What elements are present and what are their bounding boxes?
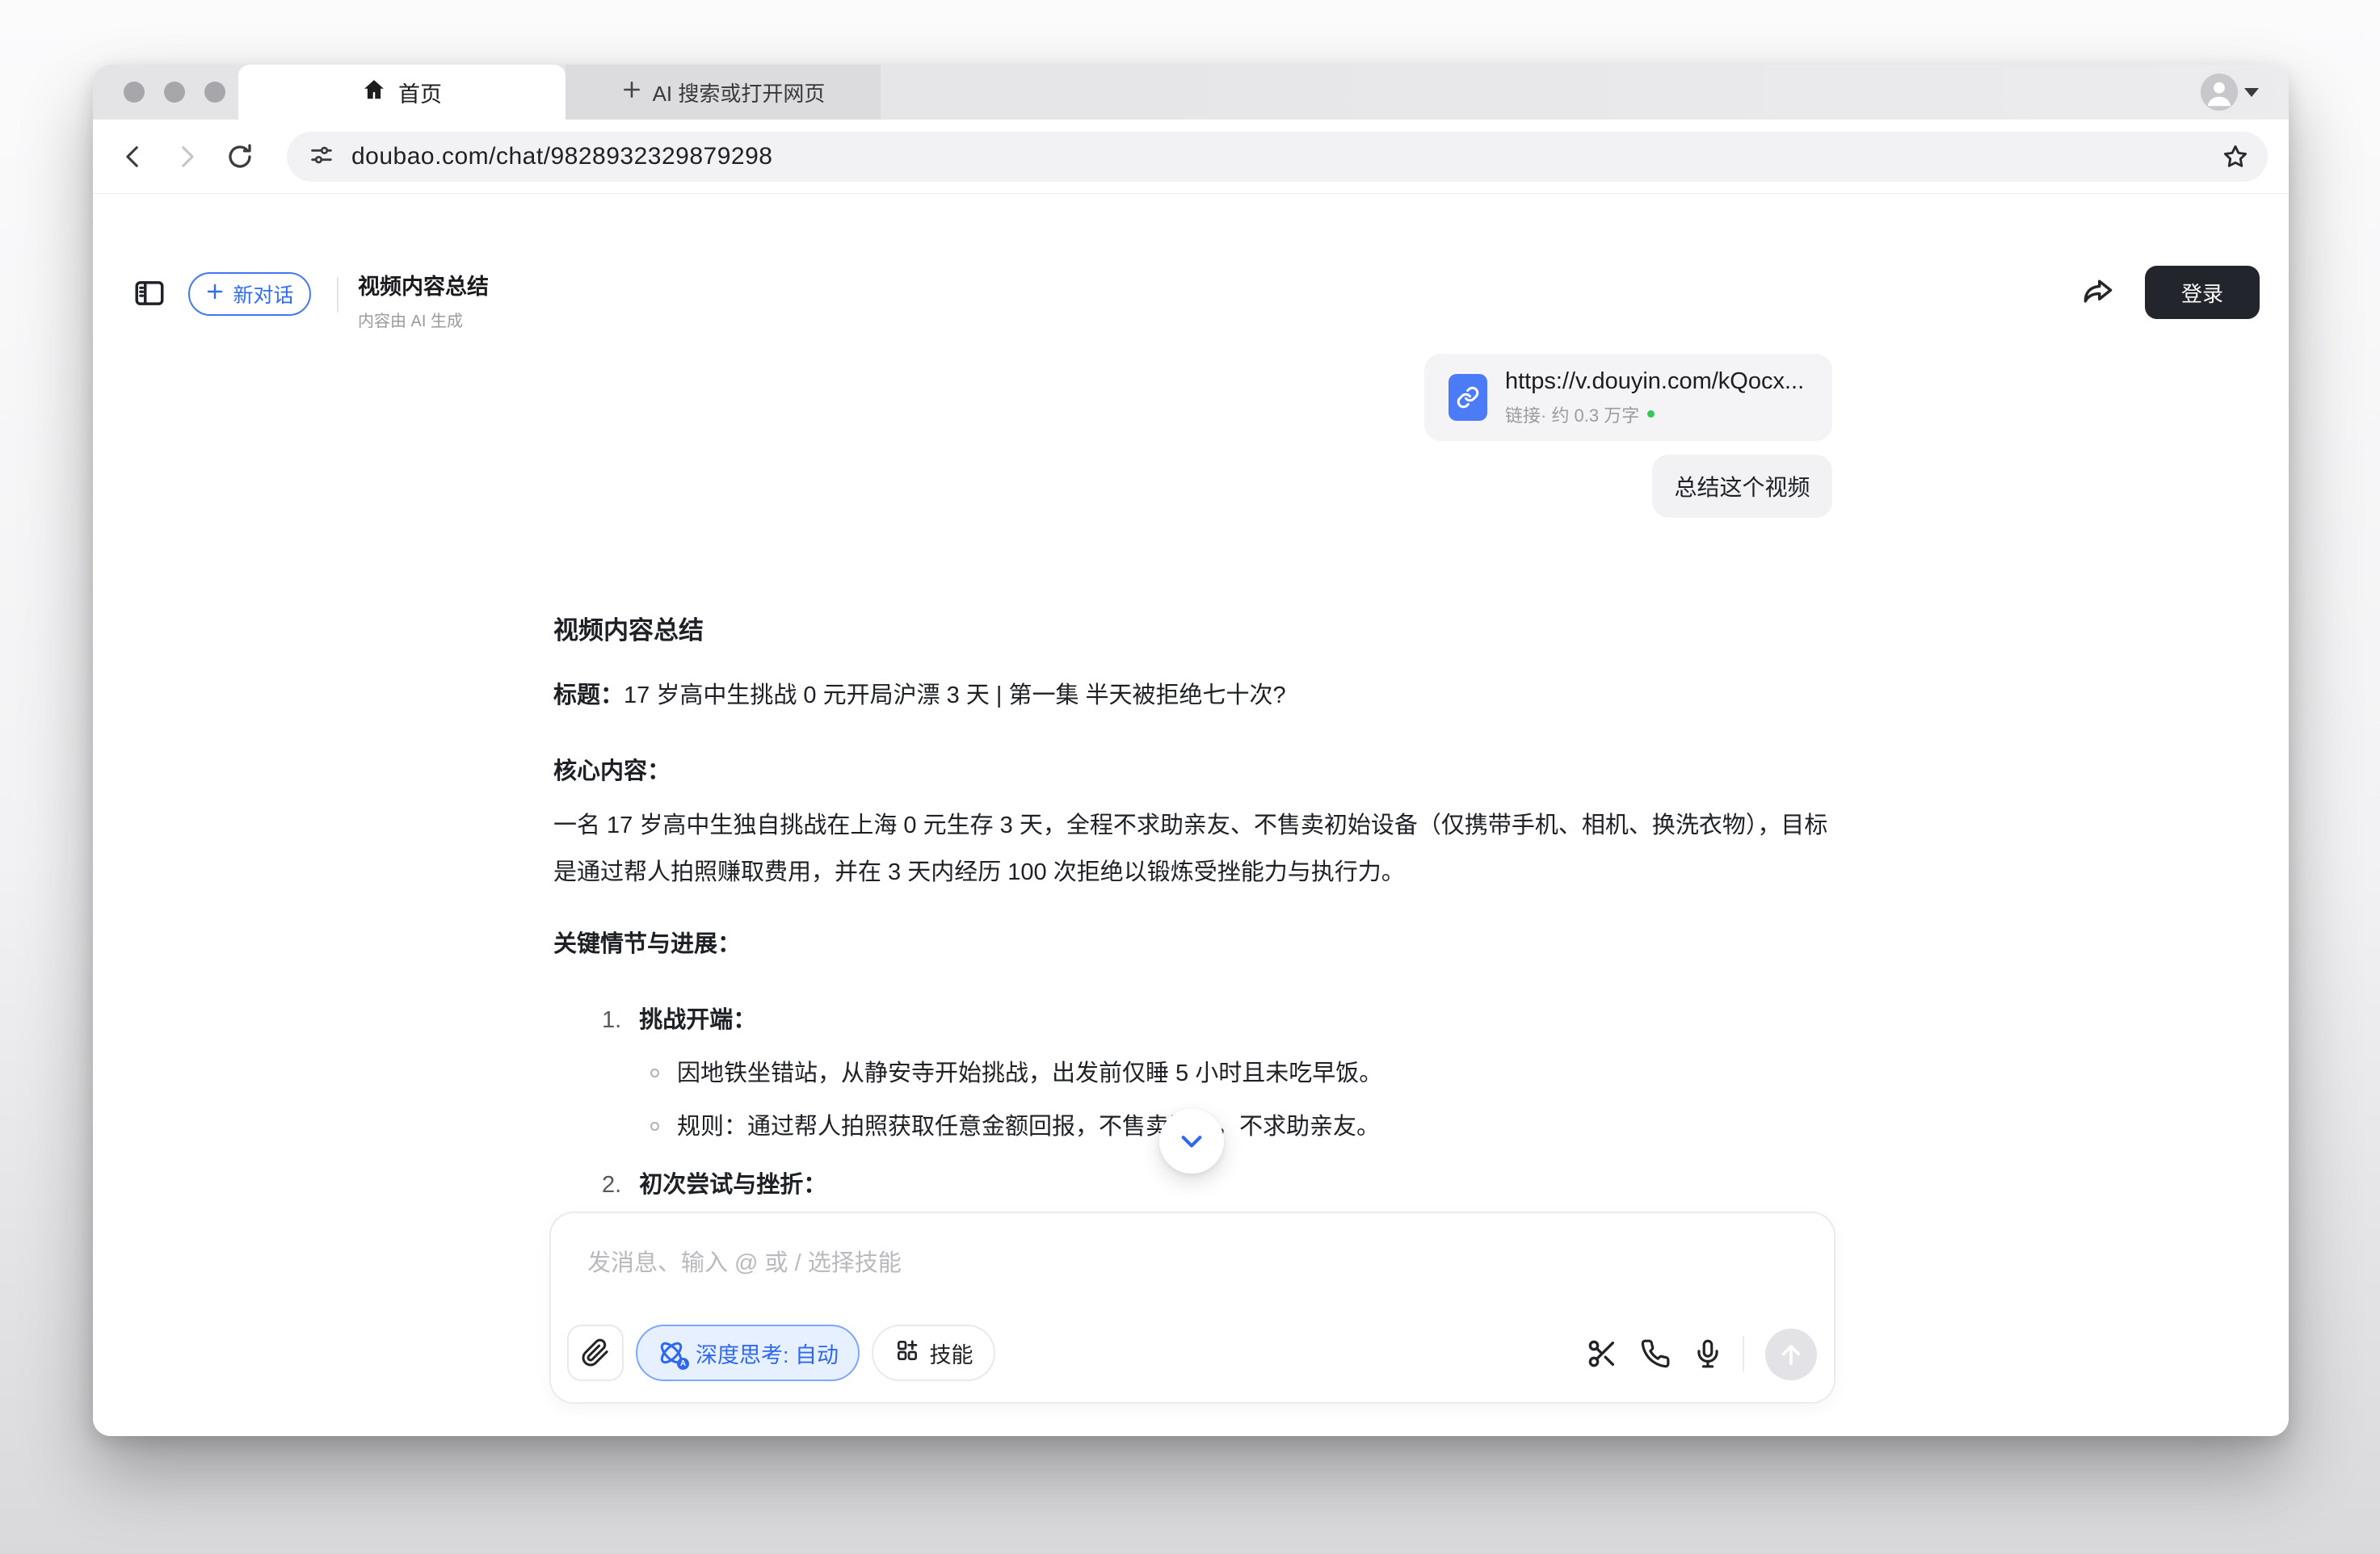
list-item-1-bullet-2: 规则：通过帮人拍照获取任意金额回报，不售卖服务，不求助亲友。 bbox=[650, 1111, 1380, 1143]
address-bar[interactable]: doubao.com/chat/9828932329879298 bbox=[287, 132, 2268, 182]
key-plot-label: 关键情节与进展： bbox=[553, 928, 741, 960]
new-chat-label: 新对话 bbox=[233, 279, 293, 309]
header-divider bbox=[337, 277, 338, 313]
avatar bbox=[2201, 74, 2238, 111]
send-up-arrow-icon bbox=[1777, 1341, 1805, 1368]
url-text: doubao.com/chat/9828932329879298 bbox=[351, 143, 772, 170]
composer-divider bbox=[1743, 1336, 1744, 1371]
skills-label: 技能 bbox=[930, 1338, 973, 1369]
user-message-bubble: 总结这个视频 bbox=[1652, 455, 1832, 518]
skills-grid-icon bbox=[894, 1338, 920, 1369]
minimize-window-button[interactable] bbox=[164, 82, 185, 103]
account-menu[interactable] bbox=[2197, 69, 2276, 115]
list-item-2: 2. 初次尝试与挫折： bbox=[602, 1169, 826, 1201]
chevron-down-icon bbox=[2244, 88, 2259, 97]
bullet-icon bbox=[650, 1069, 659, 1077]
forward-button[interactable] bbox=[170, 141, 203, 173]
link-card-meta: 链接· 约 0.3 万字 bbox=[1505, 401, 1804, 427]
tab-home[interactable]: 首页 bbox=[238, 65, 566, 120]
link-attachment-card[interactable]: https://v.douyin.com/kQocx... 链接· 约 0.3 … bbox=[1424, 354, 1832, 441]
microphone-button[interactable] bbox=[1688, 1336, 1727, 1371]
login-label: 登录 bbox=[2181, 278, 2223, 308]
share-button[interactable] bbox=[2079, 274, 2116, 311]
status-dot bbox=[1647, 410, 1655, 418]
bookmark-star-icon[interactable] bbox=[2221, 142, 2250, 175]
page-title: 视频内容总结 bbox=[358, 269, 489, 300]
bullet-icon bbox=[650, 1122, 659, 1131]
clip-tool-button[interactable] bbox=[1583, 1336, 1621, 1371]
close-window-button[interactable] bbox=[124, 82, 145, 103]
scissors-icon bbox=[1586, 1338, 1618, 1370]
new-tab-label: AI 搜索或打开网页 bbox=[653, 78, 826, 107]
deep-think-icon: A bbox=[657, 1338, 686, 1367]
link-document-icon bbox=[1449, 374, 1487, 421]
skills-button[interactable]: 技能 bbox=[872, 1325, 995, 1381]
paperclip-icon bbox=[581, 1338, 610, 1367]
attach-file-button[interactable] bbox=[567, 1325, 624, 1381]
navigation-toolbar: doubao.com/chat/9828932329879298 bbox=[93, 120, 2289, 194]
microphone-icon bbox=[1692, 1338, 1723, 1369]
reload-button[interactable] bbox=[224, 141, 256, 173]
doubao-page: 新对话 视频内容总结 内容由 AI 生成 登录 https://v.douyin… bbox=[93, 195, 2289, 1436]
link-card-title: https://v.douyin.com/kQocx... bbox=[1505, 368, 1804, 395]
tab-bar: 首页 AI 搜索或打开网页 bbox=[93, 65, 2289, 120]
sidebar-toggle-button[interactable] bbox=[132, 275, 167, 311]
new-tab-button[interactable]: AI 搜索或打开网页 bbox=[566, 65, 881, 120]
site-settings-icon[interactable] bbox=[308, 141, 335, 173]
plus-icon bbox=[621, 79, 642, 106]
phone-icon bbox=[1640, 1338, 1671, 1369]
conversation-header: 视频内容总结 内容由 AI 生成 bbox=[358, 269, 489, 331]
voice-call-button[interactable] bbox=[1636, 1336, 1675, 1371]
login-button[interactable]: 登录 bbox=[2145, 266, 2260, 319]
list-item-1: 1. 挑战开端： bbox=[602, 1004, 756, 1036]
maximize-window-button[interactable] bbox=[204, 82, 225, 103]
page-subtitle: 内容由 AI 生成 bbox=[358, 308, 489, 331]
core-content-paragraph: 一名 17 岁高中生独自挑战在上海 0 元生存 3 天，全程不求助亲友、不售卖初… bbox=[553, 802, 1846, 896]
core-content-label: 核心内容： bbox=[553, 755, 671, 788]
link-card-texts: https://v.douyin.com/kQocx... 链接· 约 0.3 … bbox=[1505, 368, 1804, 427]
browser-window: 首页 AI 搜索或打开网页 doubao. bbox=[93, 65, 2289, 1436]
message-composer[interactable]: 发消息、输入 @ 或 / 选择技能 A 深度思考: 自动 技能 bbox=[549, 1212, 1835, 1404]
back-button[interactable] bbox=[117, 141, 149, 173]
deep-think-toggle[interactable]: A 深度思考: 自动 bbox=[636, 1325, 860, 1381]
response-heading: 视频内容总结 bbox=[553, 610, 704, 646]
deep-think-label: 深度思考: 自动 bbox=[696, 1338, 839, 1369]
message-input[interactable]: 发消息、输入 @ 或 / 选择技能 bbox=[587, 1244, 902, 1278]
new-chat-button[interactable]: 新对话 bbox=[188, 272, 311, 316]
scroll-to-bottom-button[interactable] bbox=[1159, 1109, 1224, 1174]
tab-home-label: 首页 bbox=[398, 77, 442, 108]
list-item-1-bullet-1: 因地铁坐错站，从静安寺开始挑战，出发前仅睡 5 小时且未吃早饭。 bbox=[650, 1057, 1382, 1090]
response-title-line: 标题：17 岁高中生挑战 0 元开局沪漂 3 天 | 第一集 半天被拒绝七十次? bbox=[553, 679, 1286, 712]
user-message-text: 总结这个视频 bbox=[1674, 470, 1810, 502]
plus-icon bbox=[205, 282, 225, 307]
home-icon bbox=[362, 78, 386, 107]
window-controls bbox=[124, 82, 225, 103]
send-button[interactable] bbox=[1765, 1329, 1817, 1380]
